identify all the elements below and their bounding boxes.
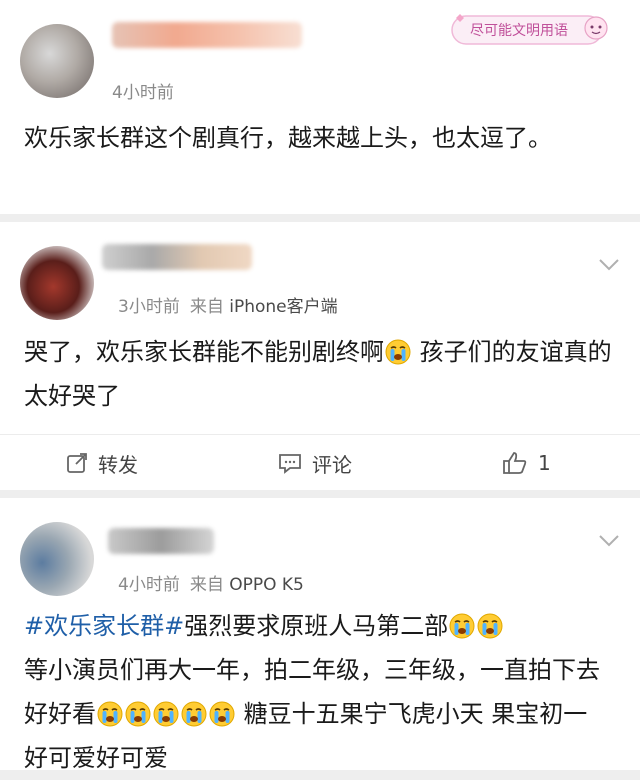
crying-face-emoji	[385, 339, 411, 365]
username-blurred[interactable]	[102, 244, 252, 270]
avatar[interactable]	[20, 246, 94, 320]
comment-button[interactable]: 评论	[278, 435, 352, 491]
avatar[interactable]	[20, 522, 94, 596]
like-count: 1	[538, 451, 551, 475]
comment-text: 哭了，欢乐家长群能不能别剧终啊 孩子们的友谊真的太好哭了	[24, 330, 616, 418]
repost-button[interactable]: 转发	[66, 435, 138, 491]
source-prefix: 来自	[189, 297, 224, 317]
crying-face-emoji	[477, 613, 503, 639]
badge-text: 尽可能文明用语	[470, 23, 568, 39]
like-button[interactable]: 1	[502, 435, 551, 491]
timestamp: 4小时前	[118, 575, 180, 595]
avatar[interactable]	[20, 24, 94, 98]
source-prefix: 来自	[189, 575, 224, 595]
comment-card: 4小时前 尽可能文明用语 欢乐家长群这个剧真行，越来越上头，也太逗了。	[0, 0, 640, 214]
crying-face-emoji	[209, 701, 235, 727]
timestamp: 3小时前	[118, 297, 180, 317]
chevron-down-icon[interactable]	[598, 258, 620, 272]
device-name: iPhone客户端	[229, 297, 338, 317]
comment-body: 欢乐家长群这个剧真行，越来越上头，也太逗了。	[24, 124, 552, 152]
comment-body-1: 哭了，欢乐家长群能不能别剧终啊	[24, 338, 384, 366]
action-bar: 转发 评论 1	[0, 434, 640, 491]
timestamp: 4小时前	[112, 83, 174, 103]
crying-face-emoji	[125, 701, 151, 727]
comment-card: 4小时前 来自 OPPO K5 #欢乐家长群#强烈要求原班人马第二部 等小演员们再…	[0, 498, 640, 772]
crying-face-emoji	[153, 701, 179, 727]
repost-label: 转发	[98, 452, 138, 477]
chevron-down-icon[interactable]	[598, 534, 620, 548]
username-blurred[interactable]	[108, 528, 214, 554]
comment-meta: 4小时前 来自 OPPO K5	[118, 570, 304, 595]
comment-body-1: 强烈要求原班人马第二部	[184, 612, 449, 640]
comment-card: 3小时前 来自 iPhone客户端 哭了，欢乐家长群能不能别剧终啊 孩子们的友谊真…	[0, 222, 640, 490]
crying-face-emoji	[181, 701, 207, 727]
comment-icon	[279, 454, 301, 474]
comment-meta: 3小时前 来自 iPhone客户端	[118, 292, 338, 317]
civility-badge: 尽可能文明用语	[446, 10, 622, 50]
crying-face-emoji	[449, 613, 475, 639]
comment-text: 欢乐家长群这个剧真行，越来越上头，也太逗了。	[24, 116, 616, 160]
comment-meta: 4小时前	[112, 78, 174, 103]
comment-label: 评论	[312, 452, 352, 477]
username-blurred[interactable]	[112, 22, 302, 48]
hashtag-link[interactable]: #欢乐家长群#	[24, 612, 184, 640]
thumbs-up-icon	[503, 452, 527, 474]
device-name: OPPO K5	[229, 575, 304, 595]
repost-icon	[67, 453, 87, 473]
comment-text: #欢乐家长群#强烈要求原班人马第二部 等小演员们再大一年，拍二年级，三年级，一直…	[24, 604, 616, 780]
crying-face-emoji	[97, 701, 123, 727]
